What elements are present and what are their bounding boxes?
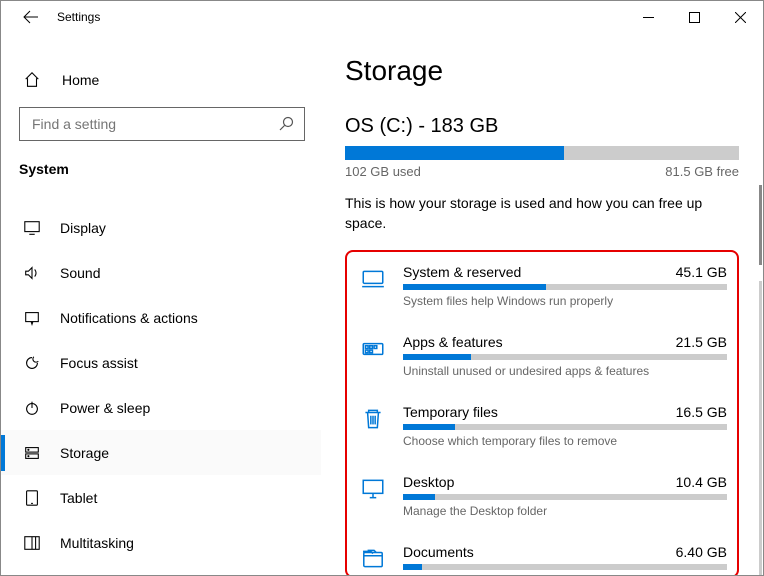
category-name: System & reserved [403,264,521,280]
category-size: 10.4 GB [676,474,727,490]
category-bar-fill [403,564,422,570]
nav-label: Power & sleep [60,400,150,416]
drive-title: OS (C:) - 183 GB [345,115,739,138]
sidebar: Home System Display Sound Notifications & … [1,33,321,576]
drive-stats: 102 GB used 81.5 GB free [345,164,739,179]
storage-category-temporary-files[interactable]: Temporary files 16.5 GB Choose which tempo… [357,398,727,468]
nav-label: Notifications & actions [60,310,198,326]
search-input[interactable] [30,115,278,133]
category-size: 6.40 GB [676,544,727,560]
back-button[interactable] [23,9,39,25]
nav-label: Display [60,220,106,236]
category-name: Apps & features [403,334,503,350]
storage-category-desktop[interactable]: Desktop 10.4 GB Manage the Desktop folder [357,468,727,538]
temporary-files-icon [357,406,389,448]
nav-label: Tablet [60,490,97,506]
category-desc: Manage the Desktop folder [403,504,727,518]
nav-item-notifications-actions[interactable]: Notifications & actions [1,295,321,340]
notifications-icon [23,309,41,327]
category-bar [403,354,727,360]
category-name: Desktop [403,474,454,490]
category-bar-fill [403,284,546,290]
search-box[interactable] [19,107,305,141]
multitasking-icon [23,534,41,552]
system-reserved-icon [357,266,389,308]
category-size: 45.1 GB [676,264,727,280]
category-bar [403,564,727,570]
section-header: System [1,161,321,191]
category-bar [403,424,727,430]
nav-label: Multitasking [60,535,134,551]
nav-list: Display Sound Notifications & actions Focus… [1,205,321,565]
nav-item-storage[interactable]: Storage [1,430,321,475]
drive-free-label: 81.5 GB free [665,164,739,179]
category-desc: Choose which temporary files to remove [403,434,727,448]
nav-item-power-sleep[interactable]: Power & sleep [1,385,321,430]
storage-icon [23,444,41,462]
home-nav[interactable]: Home [1,63,321,97]
scrollbar-track [759,281,762,576]
highlight-box: System & reserved 45.1 GB System files hel… [345,250,739,576]
nav-label: Focus assist [60,355,138,371]
category-bar [403,494,727,500]
home-label: Home [62,72,99,88]
category-bar-fill [403,494,435,500]
content-area: Storage OS (C:) - 183 GB 102 GB used 81.… [321,33,763,576]
nav-item-tablet[interactable]: Tablet [1,475,321,520]
desktop-icon [357,476,389,518]
nav-label: Storage [60,445,109,461]
page-title: Storage [345,55,739,87]
scrollbar-thumb[interactable] [759,185,762,265]
display-icon [23,219,41,237]
home-icon [23,71,41,89]
minimize-button[interactable] [625,1,671,33]
close-button[interactable] [717,1,763,33]
window-title: Settings [57,10,100,24]
nav-item-focus-assist[interactable]: Focus assist [1,340,321,385]
documents-icon [357,546,389,574]
category-bar-fill [403,424,455,430]
power-sleep-icon [23,399,41,417]
category-name: Temporary files [403,404,498,420]
category-bar [403,284,727,290]
apps-features-icon [357,336,389,378]
drive-usage-bar-fill [345,146,564,160]
category-size: 21.5 GB [676,334,727,350]
tablet-icon [23,489,41,507]
category-bar-fill [403,354,471,360]
nav-item-sound[interactable]: Sound [1,250,321,295]
category-desc: System files help Windows run properly [403,294,727,308]
search-icon [278,116,294,132]
storage-category-system-reserved[interactable]: System & reserved 45.1 GB System files hel… [357,258,727,328]
nav-label: Sound [60,265,100,281]
storage-category-documents[interactable]: Documents 6.40 GB [357,538,727,576]
focus-assist-icon [23,354,41,372]
drive-used-label: 102 GB used [345,164,421,179]
category-desc: Uninstall unused or undesired apps & fea… [403,364,727,378]
nav-item-multitasking[interactable]: Multitasking [1,520,321,565]
category-size: 16.5 GB [676,404,727,420]
titlebar: Settings [1,1,763,33]
nav-item-display[interactable]: Display [1,205,321,250]
maximize-button[interactable] [671,1,717,33]
storage-description: This is how your storage is used and how… [345,193,739,234]
category-name: Documents [403,544,474,560]
sound-icon [23,264,41,282]
drive-usage-bar [345,146,739,160]
storage-category-apps-features[interactable]: Apps & features 21.5 GB Uninstall unused o… [357,328,727,398]
